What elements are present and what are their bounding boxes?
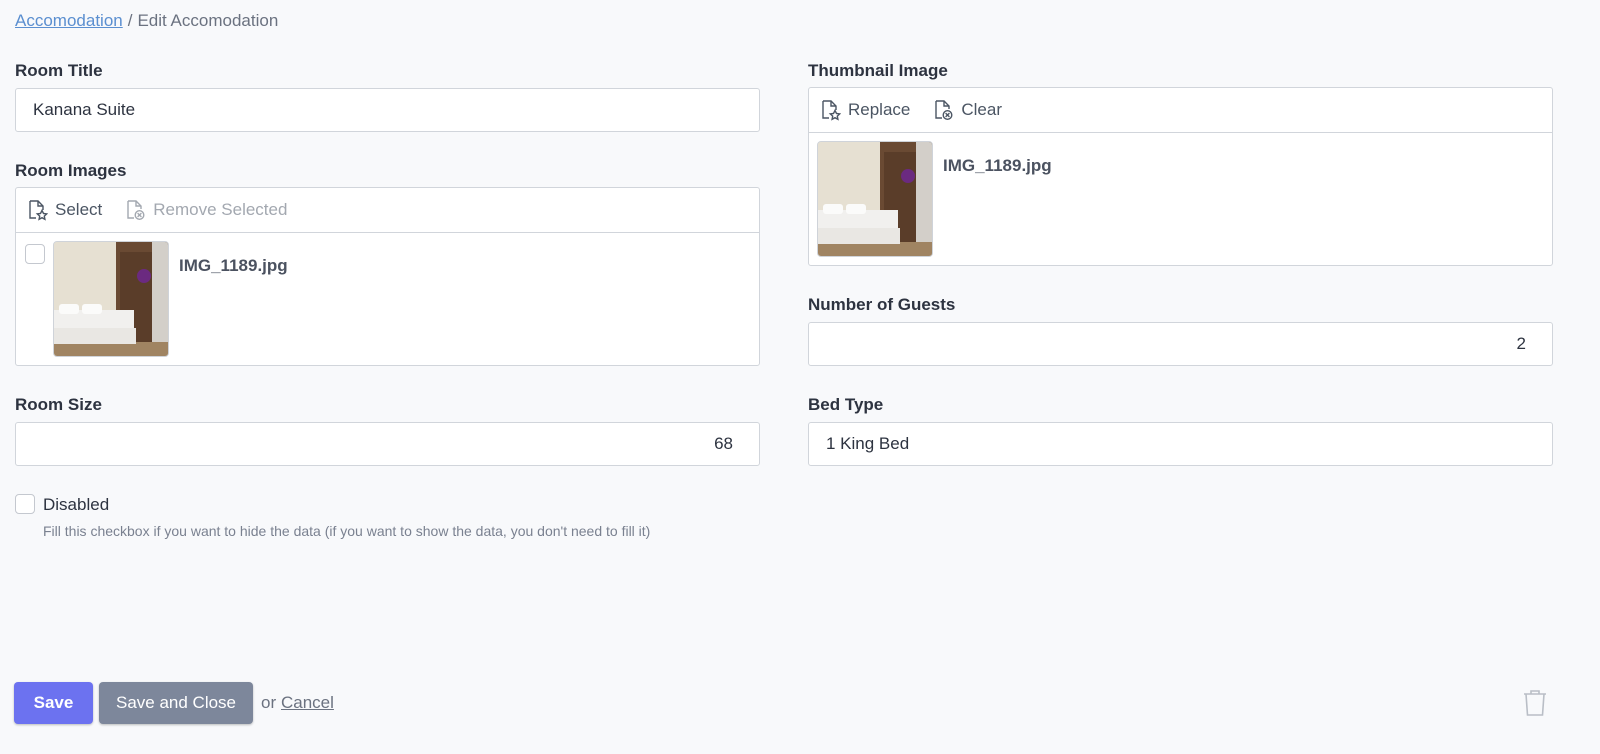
clear-thumbnail-label: Clear bbox=[961, 100, 1002, 119]
trash-icon bbox=[1524, 690, 1546, 716]
thumbnail-filename: IMG_1189.jpg bbox=[943, 156, 1052, 175]
clear-thumbnail-button[interactable]: Clear bbox=[932, 99, 1002, 121]
bed-type-label: Bed Type bbox=[808, 395, 884, 414]
remove-selected-button[interactable]: Remove Selected bbox=[124, 199, 287, 221]
room-images-label: Room Images bbox=[15, 161, 127, 180]
file-x-icon bbox=[935, 100, 953, 121]
room-images-box: Select Remove Selected IMG_1189.jpg bbox=[15, 187, 760, 366]
guests-input[interactable]: 2 bbox=[808, 322, 1553, 366]
file-x-icon bbox=[127, 200, 145, 221]
remove-selected-label: Remove Selected bbox=[153, 200, 288, 219]
thumbnail-label: Thumbnail Image bbox=[808, 61, 948, 80]
room-title-label: Room Title bbox=[15, 61, 103, 80]
bedroom-photo bbox=[54, 242, 168, 356]
breadcrumb-current: Edit Accomodation bbox=[137, 11, 279, 30]
replace-thumbnail-label: Replace bbox=[848, 100, 911, 119]
room-title-value: Kanana Suite bbox=[33, 100, 136, 119]
image-select-checkbox[interactable] bbox=[25, 244, 45, 264]
breadcrumb-parent-link[interactable]: Accomodation bbox=[15, 11, 123, 30]
room-image-thumbnail[interactable] bbox=[53, 241, 169, 357]
thumbnail-box: Replace Clear IMG_1189.jpg bbox=[808, 87, 1553, 266]
bed-type-input[interactable]: 1 King Bed bbox=[808, 422, 1553, 466]
breadcrumb: Accomodation / Edit Accomodation bbox=[15, 11, 278, 31]
save-button[interactable]: Save bbox=[14, 682, 93, 724]
or-text: or bbox=[261, 693, 277, 712]
file-star-icon bbox=[822, 100, 841, 121]
room-image-filename: IMG_1189.jpg bbox=[179, 256, 288, 275]
room-title-input[interactable]: Kanana Suite bbox=[15, 88, 760, 132]
replace-thumbnail-button[interactable]: Replace bbox=[819, 99, 910, 121]
file-star-icon bbox=[29, 200, 48, 221]
disabled-checkbox[interactable] bbox=[15, 494, 35, 514]
disabled-hint: Fill this checkbox if you want to hide t… bbox=[43, 523, 651, 539]
guests-value: 2 bbox=[1516, 334, 1526, 353]
room-size-value: 68 bbox=[714, 434, 733, 453]
cancel-link[interactable]: Cancel bbox=[281, 693, 334, 713]
guests-label: Number of Guests bbox=[808, 295, 956, 314]
disabled-label: Disabled bbox=[43, 495, 110, 514]
select-images-button[interactable]: Select bbox=[26, 199, 102, 221]
room-size-input[interactable]: 68 bbox=[15, 422, 760, 466]
thumbnail-image[interactable] bbox=[817, 141, 933, 257]
room-size-label: Room Size bbox=[15, 395, 102, 414]
save-and-close-button[interactable]: Save and Close bbox=[99, 682, 253, 724]
bed-type-value: 1 King Bed bbox=[826, 434, 910, 453]
delete-button[interactable] bbox=[1522, 689, 1548, 722]
breadcrumb-separator: / bbox=[127, 11, 133, 30]
thumbnail-toolbar: Replace Clear bbox=[809, 88, 1552, 133]
room-images-toolbar: Select Remove Selected bbox=[16, 188, 759, 233]
select-images-label: Select bbox=[55, 200, 103, 219]
bedroom-photo bbox=[818, 142, 932, 256]
